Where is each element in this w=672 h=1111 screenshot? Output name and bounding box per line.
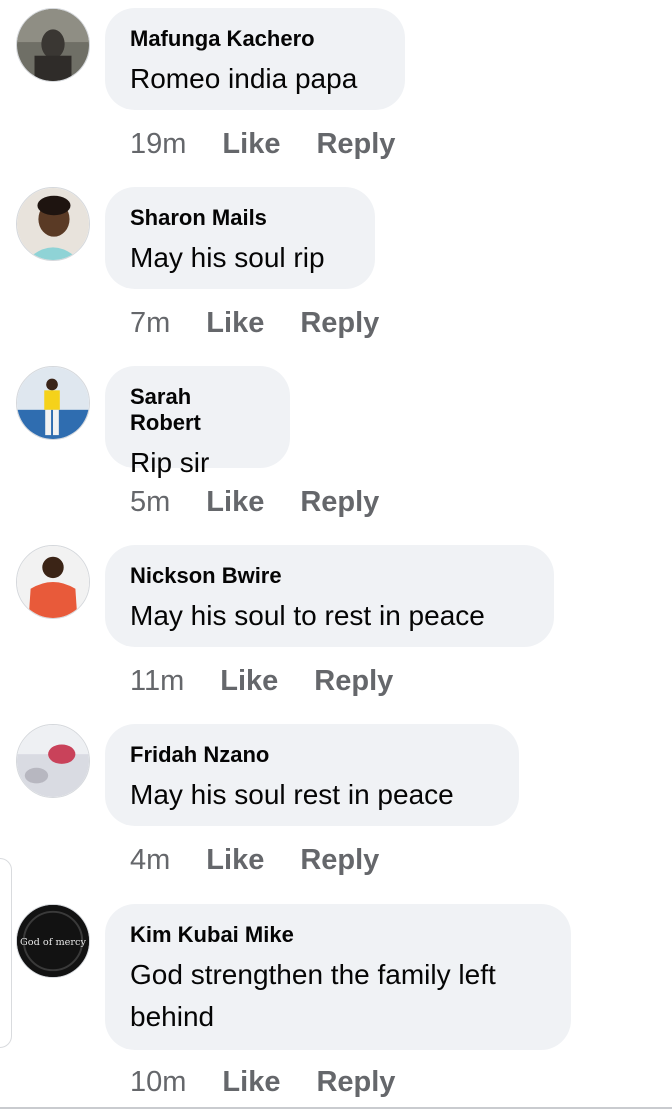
avatar[interactable] <box>16 8 90 82</box>
comment-time: 11m <box>130 665 185 697</box>
comment-bubble: Sharon Mails May his soul rip <box>105 187 375 289</box>
comment-meta: 19m Like Reply <box>130 127 431 161</box>
like-button[interactable]: Like <box>222 1065 280 1099</box>
comment-time: 4m <box>130 844 171 876</box>
reply-button[interactable]: Reply <box>316 127 395 161</box>
comment-time: 10m <box>130 1066 187 1098</box>
avatar[interactable] <box>16 724 90 798</box>
comment-meta: 10m Like Reply <box>130 1065 431 1099</box>
like-button[interactable]: Like <box>220 664 278 698</box>
bottom-divider <box>0 1107 672 1109</box>
comment-time: 5m <box>130 486 171 518</box>
comment-time: 19m <box>130 128 187 160</box>
comment-text: God strengthen the family left behind <box>130 959 496 1032</box>
comment-meta: 11m Like Reply <box>130 664 429 698</box>
comment-bubble: Fridah Nzano May his soul rest in peace <box>105 724 519 826</box>
comment-bubble: Mafunga Kachero Romeo india papa <box>105 8 405 110</box>
comment-meta: 4m Like Reply <box>130 843 415 877</box>
like-button[interactable]: Like <box>206 306 264 340</box>
reply-button[interactable]: Reply <box>300 485 379 519</box>
commenter-name[interactable]: Kim Kubai Mike <box>130 922 546 948</box>
commenter-name[interactable]: Sharon Mails <box>130 205 350 231</box>
comment-meta: 7m Like Reply <box>130 306 415 340</box>
commenter-name[interactable]: Mafunga Kachero <box>130 26 380 52</box>
avatar[interactable]: God of mercy <box>16 904 90 978</box>
reply-button[interactable]: Reply <box>300 306 379 340</box>
comment-meta: 5m Like Reply <box>130 485 415 519</box>
comment-time: 7m <box>130 307 171 339</box>
commenter-name[interactable]: Nickson Bwire <box>130 563 529 589</box>
like-button[interactable]: Like <box>222 127 280 161</box>
reply-button[interactable]: Reply <box>314 664 393 698</box>
reply-button[interactable]: Reply <box>316 1065 395 1099</box>
comment-text: Romeo india papa <box>130 63 358 94</box>
commenter-name[interactable]: Fridah Nzano <box>130 742 494 768</box>
comment-text: May his soul to rest in peace <box>130 600 485 631</box>
comment-bubble: Nickson Bwire May his soul to rest in pe… <box>105 545 554 647</box>
commenter-name[interactable]: Sarah Robert <box>130 384 265 436</box>
like-button[interactable]: Like <box>206 843 264 877</box>
comment-bubble: Kim Kubai Mike God strengthen the family… <box>105 904 571 1050</box>
comment-text: Rip sir <box>130 447 210 478</box>
avatar-logo-text: God of mercy <box>20 937 87 948</box>
avatar[interactable] <box>16 545 90 619</box>
comment-text: May his soul rip <box>130 242 325 273</box>
reply-button[interactable]: Reply <box>300 843 379 877</box>
comment-text: May his soul rest in peace <box>130 779 454 810</box>
avatar[interactable] <box>16 366 90 440</box>
avatar[interactable] <box>16 187 90 261</box>
comment-bubble: Sarah Robert Rip sir <box>105 366 290 478</box>
like-button[interactable]: Like <box>206 485 264 519</box>
side-panel-edge <box>0 858 12 1048</box>
